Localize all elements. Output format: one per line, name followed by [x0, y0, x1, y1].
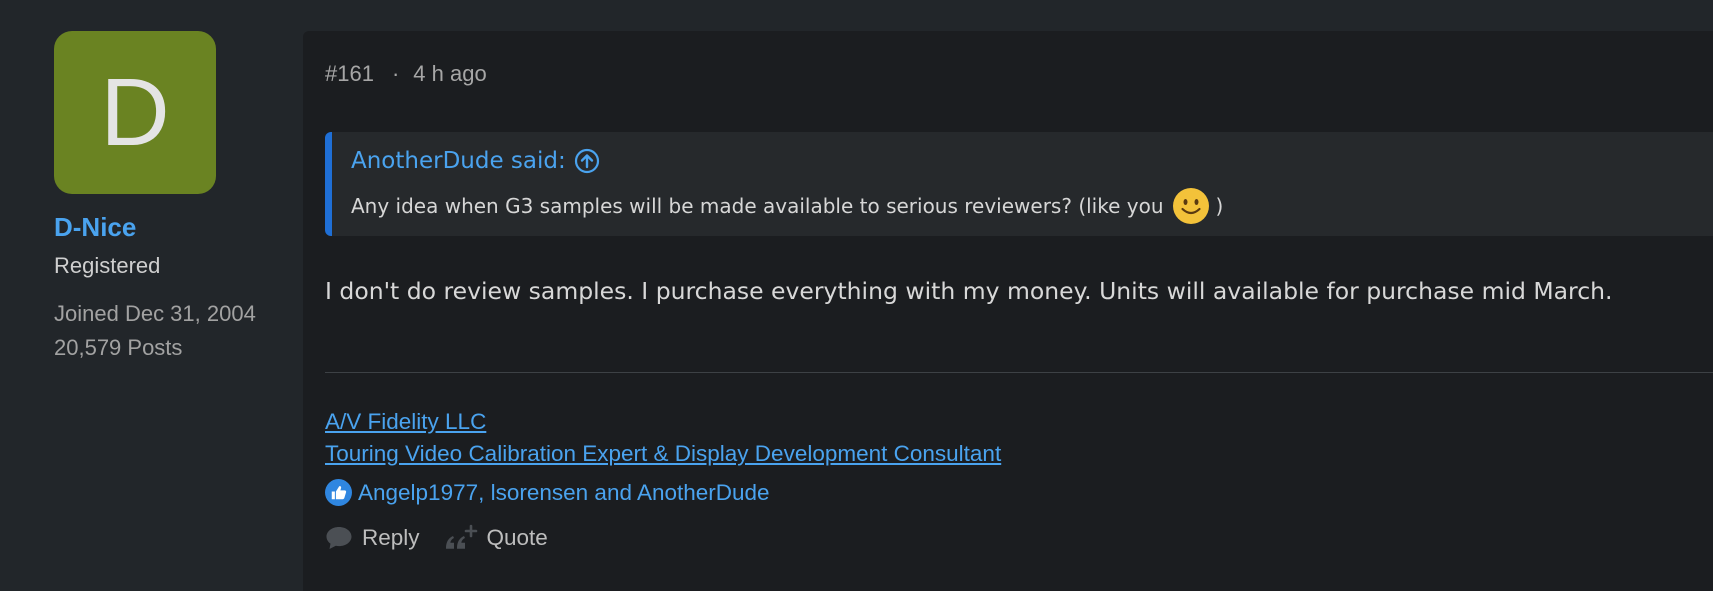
quote-label: Quote	[486, 525, 548, 550]
signature: A/V Fidelity LLC Touring Video Calibrati…	[325, 406, 1001, 470]
user-role: Registered	[54, 253, 161, 278]
joined-date: Joined Dec 31, 2004	[54, 301, 256, 326]
quote-plus-icon	[445, 524, 477, 549]
post-meta: #161 · 4 h ago	[325, 61, 487, 87]
quote-author-link[interactable]: AnotherDude said:	[351, 148, 600, 174]
reply-label: Reply	[362, 525, 420, 550]
likes-row[interactable]: Angelp1977, lsorensen and AnotherDude	[325, 479, 770, 506]
avatar-letter: D	[100, 58, 170, 166]
user-stats: Joined Dec 31, 2004 20,579 Posts	[54, 297, 274, 365]
post-body: I don't do review samples. I purchase ev…	[325, 277, 1613, 305]
post-container: #161 · 4 h ago AnotherDude said: Any idea …	[303, 31, 1713, 591]
smile-emoji-icon	[1172, 188, 1209, 224]
quote-author-label: AnotherDude said:	[351, 148, 566, 174]
quote-text-end: )	[1215, 194, 1224, 218]
post-time[interactable]: 4 h ago	[413, 61, 486, 86]
reply-button[interactable]: Reply	[325, 525, 420, 551]
avatar[interactable]: D	[54, 31, 216, 194]
signature-link-services[interactable]: Touring Video Calibration Expert & Displ…	[325, 438, 1001, 470]
quote-button[interactable]: Quote	[444, 524, 548, 552]
post-number-link[interactable]: #161	[325, 61, 374, 86]
likes-users[interactable]: Angelp1977, lsorensen and AnotherDude	[358, 480, 770, 506]
username-link[interactable]: D-Nice	[54, 212, 274, 243]
signature-link-company[interactable]: A/V Fidelity LLC	[325, 406, 1001, 438]
post-actions: Reply Quote	[325, 524, 572, 552]
post-count: 20,579 Posts	[54, 335, 183, 360]
quote-block: AnotherDude said: Any idea when G3 sampl…	[325, 132, 1713, 236]
user-panel: D D-Nice Registered Joined Dec 31, 2004 …	[54, 31, 274, 365]
speech-bubble-icon	[326, 527, 352, 549]
thumbs-up-icon	[325, 479, 352, 506]
signature-divider	[325, 372, 1713, 373]
quote-text-main: Any idea when G3 samples will be made av…	[351, 194, 1164, 218]
arrow-up-circle-icon[interactable]	[574, 148, 600, 174]
meta-separator: ·	[391, 61, 400, 86]
quote-text: Any idea when G3 samples will be made av…	[351, 187, 1223, 225]
